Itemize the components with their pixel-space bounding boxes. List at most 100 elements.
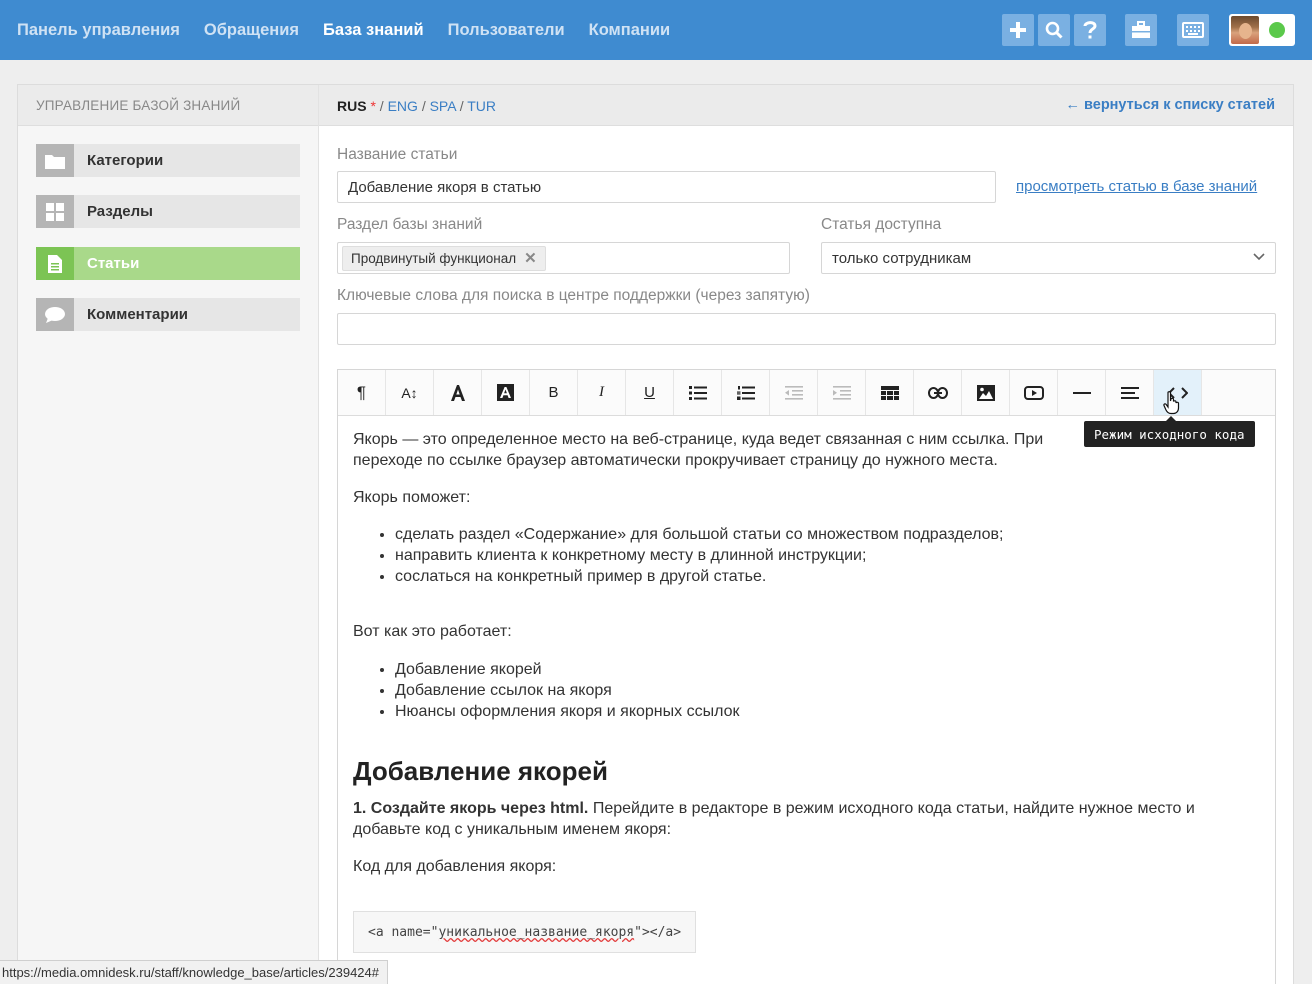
keywords-label: Ключевые слова для поиска в центре подде…	[337, 287, 810, 304]
search-icon	[1045, 21, 1063, 39]
help-button[interactable]	[1074, 14, 1106, 46]
keyboard-button[interactable]	[1177, 14, 1209, 46]
nav-dashboard[interactable]: Панель управления	[17, 21, 180, 40]
italic-button[interactable]: I	[578, 370, 626, 415]
list-item: сделать раздел «Содержание» для большой …	[395, 524, 1261, 545]
nav-tickets[interactable]: Обращения	[204, 21, 299, 40]
bullet-list: сделать раздел «Содержание» для большой …	[353, 524, 1261, 587]
title-input[interactable]: Добавление якоря в статью	[337, 171, 996, 203]
access-select[interactable]: только сотрудникам	[821, 242, 1276, 274]
language-switcher: RUS * / ENG / SPA / TUR	[337, 98, 496, 114]
user-menu[interactable]	[1229, 14, 1295, 46]
list-item: направить клиента к конкретному месту в …	[395, 545, 1261, 566]
keywords-input[interactable]	[337, 313, 1276, 345]
section-label: Раздел базы знаний	[337, 216, 483, 233]
table-button[interactable]	[866, 370, 914, 415]
hand-pointer-icon	[1163, 391, 1180, 415]
nav-companies[interactable]: Компании	[589, 21, 671, 40]
anchor-name: уникальное_название_якоря	[438, 925, 635, 940]
grid-icon	[36, 195, 74, 228]
align-icon	[1120, 386, 1139, 399]
back-to-articles-link[interactable]: ← вернуться к списку статей	[1066, 97, 1276, 113]
nav-users[interactable]: Пользователи	[448, 21, 565, 40]
rich-text-editor: ¶ A↕ B I U Режим исходного кода Якорь — …	[337, 369, 1276, 984]
image-button[interactable]	[962, 370, 1010, 415]
font-color-icon	[450, 384, 465, 401]
unordered-list-button[interactable]	[674, 370, 722, 415]
font-size-button[interactable]: A↕	[386, 370, 434, 415]
chevron-down-icon	[1253, 253, 1265, 261]
keyboard-icon	[1182, 22, 1204, 38]
document-icon	[36, 247, 74, 280]
sidebar-item-label: Комментарии	[87, 306, 189, 323]
link-icon	[927, 386, 948, 399]
step-title: 1. Создайте якорь через html.	[353, 800, 589, 817]
paragraph-icon: ¶	[356, 382, 367, 402]
editor-toolbar: ¶ A↕ B I U	[338, 370, 1275, 416]
avatar	[1231, 16, 1259, 44]
folder-icon	[36, 144, 74, 177]
view-article-link[interactable]: просмотреть статью в базе знаний	[1016, 178, 1257, 195]
title-label: Название статьи	[337, 146, 458, 163]
language-bar: RUS * / ENG / SPA / TUR ← вернуться к сп…	[319, 85, 1293, 126]
horizontal-rule-button[interactable]	[1058, 370, 1106, 415]
list-item: Добавление ссылок на якоря	[395, 680, 1261, 701]
comment-icon	[36, 298, 74, 331]
lang-current[interactable]: RUS	[337, 98, 367, 114]
paragraph: Якорь поможет:	[353, 489, 471, 506]
nav-knowledge-base[interactable]: База знаний	[323, 21, 424, 40]
access-label: Статья доступна	[821, 216, 942, 233]
sidebar: УПРАВЛЕНИЕ БАЗОЙ ЗНАНИЙ Категории Раздел…	[18, 85, 319, 984]
unordered-list-icon	[688, 385, 707, 400]
bold-icon: B	[548, 384, 559, 401]
main-nav: Панель управления Обращения База знаний …	[17, 0, 694, 60]
list-item: Добавление якорей	[395, 659, 1261, 680]
ordered-list-button[interactable]	[722, 370, 770, 415]
image-icon	[976, 384, 995, 401]
sidebar-item-comments[interactable]: Комментарии	[36, 298, 300, 331]
list-item: сослаться на конкретный пример в другой …	[395, 566, 1261, 587]
list-item: Нюансы оформления якоря и якорных ссылок	[395, 701, 1261, 722]
outdent-icon	[784, 385, 803, 400]
bullet-list: Добавление якорей Добавление ссылок на я…	[353, 659, 1261, 722]
top-navigation-bar: Панель управления Обращения База знаний …	[0, 0, 1312, 60]
link-button[interactable]	[914, 370, 962, 415]
outdent-button[interactable]	[770, 370, 818, 415]
paragraph-button[interactable]: ¶	[338, 370, 386, 415]
indent-button[interactable]	[818, 370, 866, 415]
browser-status-url: https://media.omnidesk.ru/staff/knowledg…	[0, 960, 388, 984]
lang-tur[interactable]: TUR	[467, 98, 496, 114]
font-size-icon: A↕	[401, 384, 418, 401]
remove-tag-icon[interactable]: ✕	[524, 249, 537, 267]
sidebar-item-articles[interactable]: Статьи	[36, 247, 300, 280]
ordered-list-icon	[736, 385, 755, 400]
kb-management-panel: УПРАВЛЕНИЕ БАЗОЙ ЗНАНИЙ Категории Раздел…	[17, 84, 1294, 984]
sidebar-title: УПРАВЛЕНИЕ БАЗОЙ ЗНАНИЙ	[18, 85, 318, 126]
lang-spa[interactable]: SPA	[430, 98, 456, 114]
lang-eng[interactable]: ENG	[388, 98, 418, 114]
search-button[interactable]	[1038, 14, 1070, 46]
horizontal-rule-icon	[1072, 391, 1091, 394]
sidebar-item-sections[interactable]: Разделы	[36, 195, 300, 228]
underline-button[interactable]: U	[626, 370, 674, 415]
sidebar-item-categories[interactable]: Категории	[36, 144, 300, 177]
bold-button[interactable]: B	[530, 370, 578, 415]
paragraph: Вот как это работает:	[353, 623, 512, 640]
sidebar-item-label: Категории	[87, 152, 164, 169]
italic-icon: I	[599, 384, 604, 400]
briefcase-icon	[1132, 21, 1150, 38]
background-color-button[interactable]	[482, 370, 530, 415]
add-button[interactable]	[1002, 14, 1034, 46]
font-color-button[interactable]	[434, 370, 482, 415]
editor-content[interactable]: Якорь — это определенное место на веб-ст…	[353, 429, 1261, 953]
video-button[interactable]	[1010, 370, 1058, 415]
section-select[interactable]: Продвинутый функционал ✕	[337, 242, 790, 274]
table-icon	[880, 385, 899, 400]
background-color-icon	[497, 384, 514, 401]
paragraph: Якорь — это определенное место на веб-ст…	[353, 431, 1044, 469]
align-button[interactable]	[1106, 370, 1154, 415]
sidebar-item-label: Статьи	[87, 255, 140, 272]
briefcase-button[interactable]	[1125, 14, 1157, 46]
paragraph: Код для добавления якоря:	[353, 858, 557, 875]
section-tag: Продвинутый функционал ✕	[342, 245, 546, 271]
